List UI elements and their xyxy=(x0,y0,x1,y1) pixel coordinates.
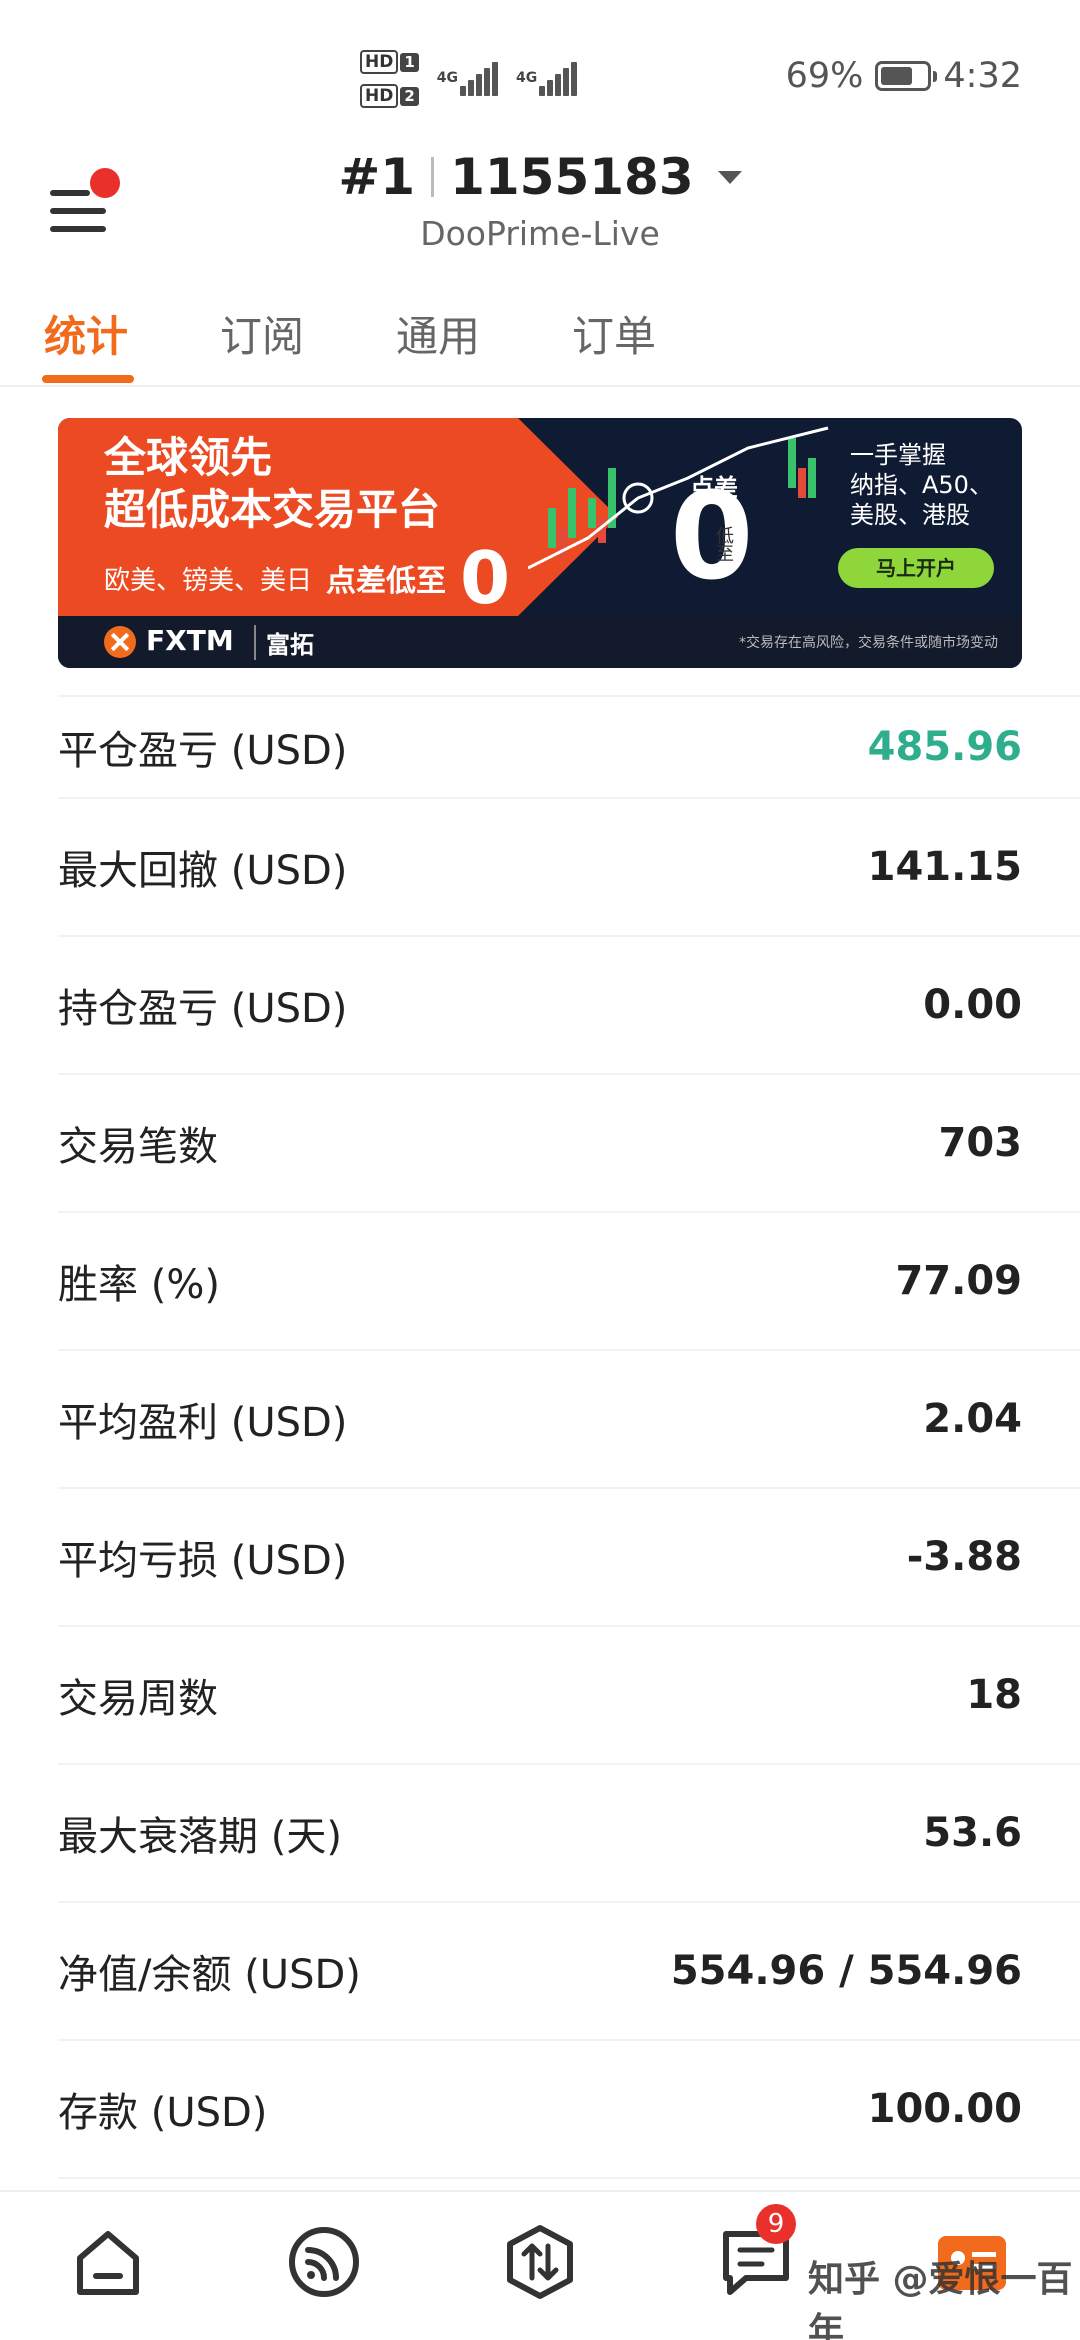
chevron-down-icon xyxy=(717,170,742,184)
account-number: #1 xyxy=(338,148,416,206)
risk-disclaimer: *交易存在高风险，交易条件或随市场变动 xyxy=(739,635,998,651)
banner-right-text: 一手掌握 纳指、A50、 美股、港股 xyxy=(850,441,993,529)
stat-label: 净值/余额 (USD) xyxy=(58,1952,361,1998)
tab-general[interactable]: 通用 xyxy=(396,303,480,364)
tab-bar: 统计 订阅 通用 订单 xyxy=(0,285,1080,387)
stat-row-deposit: 存款 (USD) 100.00 xyxy=(58,2041,1080,2179)
banner-footer: FXTM 富拓 *交易存在高风险，交易条件或随市场变动 xyxy=(58,616,1022,668)
stat-row-avg-loss: 平均亏损 (USD) -3.88 xyxy=(58,1489,1080,1627)
stat-label: 存款 (USD) xyxy=(58,2090,268,2136)
battery-percent: 69% xyxy=(785,56,864,96)
stat-value: 53.6 xyxy=(923,1810,1022,1856)
tab-statistics[interactable]: 统计 xyxy=(44,303,128,364)
stat-row-equity-balance: 净值/余额 (USD) 554.96 / 554.96 xyxy=(58,1903,1080,2041)
stat-label: 平均亏损 (USD) xyxy=(58,1538,348,1584)
stat-value: 703 xyxy=(938,1120,1023,1166)
stat-value: -3.88 xyxy=(906,1534,1022,1580)
banner-headline: 全球领先 超低成本交易平台 xyxy=(104,433,441,534)
home-icon xyxy=(77,2231,139,2295)
banner-low-label: 低至 xyxy=(713,526,734,562)
active-tab-indicator xyxy=(42,375,134,383)
nav-signals[interactable] xyxy=(284,2222,364,2302)
open-account-button[interactable]: 马上开户 xyxy=(838,548,994,588)
unread-badge: 9 xyxy=(756,2204,796,2244)
title-divider xyxy=(431,157,435,197)
tab-orders[interactable]: 订单 xyxy=(572,303,656,364)
nav-messages[interactable]: 9 xyxy=(716,2204,796,2302)
stat-value: 77.09 xyxy=(895,1258,1022,1304)
clock: 4:32 xyxy=(943,56,1022,96)
sim-indicators: HD 1 HD 2 4G 4G xyxy=(360,50,578,108)
stat-label: 平仓盈亏 (USD) xyxy=(58,728,348,774)
stat-value: 0.00 xyxy=(923,982,1022,1028)
signal-2-icon: 4G xyxy=(516,62,578,96)
signal-feed-icon xyxy=(289,2227,359,2297)
banner-subline: 欧美、镑美、美日 点差低至 0 xyxy=(104,536,511,620)
watermark-text: 知乎 @爱恨一百年 xyxy=(808,2259,1073,2340)
stat-label: 平均盈利 (USD) xyxy=(58,1400,348,1446)
stat-label: 胜率 (%) xyxy=(58,1262,220,1308)
stat-value: 18 xyxy=(966,1672,1022,1718)
account-id: 1155183 xyxy=(450,148,694,206)
stat-row-avg-profit: 平均盈利 (USD) 2.04 xyxy=(58,1351,1080,1489)
stat-row-max-decline-period: 最大衰落期 (天) 53.6 xyxy=(58,1765,1080,1903)
signal-1-icon: 4G xyxy=(437,62,499,96)
tab-subscribe[interactable]: 订阅 xyxy=(220,303,304,364)
stat-value: 100.00 xyxy=(867,2086,1022,2132)
server-name: DooPrime-Live xyxy=(420,214,660,253)
stat-row-win-rate: 胜率 (%) 77.09 xyxy=(58,1213,1080,1351)
stat-label: 最大回撤 (USD) xyxy=(58,848,348,894)
stat-label: 最大衰落期 (天) xyxy=(58,1814,342,1860)
stats-list: 平仓盈亏 (USD) 485.96 最大回撤 (USD) 141.15 持仓盈亏… xyxy=(58,695,1080,2179)
stat-row-trade-count: 交易笔数 703 xyxy=(58,1075,1080,1213)
stat-value: 554.96 / 554.96 xyxy=(670,1948,1022,1994)
nav-trade[interactable] xyxy=(500,2222,580,2302)
app-header: #1 1155183 DooPrime-Live xyxy=(0,140,1080,270)
stat-label: 持仓盈亏 (USD) xyxy=(58,986,348,1032)
stat-value: 485.96 xyxy=(867,724,1022,770)
hd-voice-2-icon: HD 2 xyxy=(360,84,419,108)
stat-row-trading-weeks: 交易周数 18 xyxy=(58,1627,1080,1765)
stat-label: 交易笔数 xyxy=(58,1124,218,1170)
stat-row-open-pnl: 持仓盈亏 (USD) 0.00 xyxy=(58,937,1080,1075)
promo-banner[interactable]: 全球领先 超低成本交易平台 欧美、镑美、美日 点差低至 0 点差 0 低至 一手… xyxy=(58,418,1022,668)
stat-value: 2.04 xyxy=(923,1396,1022,1442)
brand-name-cn: 富拓 xyxy=(254,625,314,660)
fxtm-logo-icon xyxy=(104,626,136,658)
brand-name: FXTM xyxy=(146,624,234,657)
hd-voice-1-icon: HD 1 xyxy=(360,50,419,74)
trade-arrows-icon xyxy=(507,2225,573,2299)
status-bar: HD 1 HD 2 4G 4G 69% 4:32 xyxy=(0,0,1080,140)
stat-label: 交易周数 xyxy=(58,1676,218,1722)
nav-home[interactable] xyxy=(68,2222,148,2302)
battery-icon xyxy=(875,61,938,91)
stat-value: 141.15 xyxy=(867,844,1022,890)
account-selector[interactable]: #1 1155183 xyxy=(0,148,1080,206)
stat-row-max-drawdown: 最大回撤 (USD) 141.15 xyxy=(58,799,1080,937)
stat-row-closed-pnl: 平仓盈亏 (USD) 485.96 xyxy=(58,697,1080,799)
